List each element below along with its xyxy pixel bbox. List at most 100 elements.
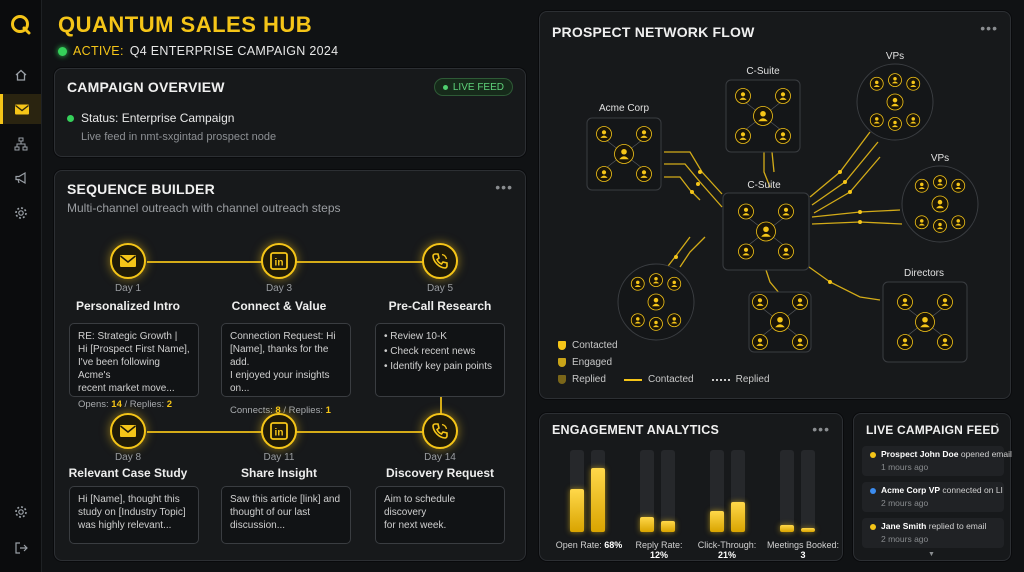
step-2-line-2: [Name], thanks for the add. xyxy=(230,344,329,368)
prospect-head xyxy=(875,117,879,121)
analytics-title: ENGAGEMENT ANALYTICS xyxy=(552,423,719,437)
network-legend: Contacted Engaged Replied xyxy=(558,337,618,388)
prospect-head xyxy=(892,97,898,103)
prospect-head xyxy=(942,338,948,343)
connector-node-dot xyxy=(674,255,678,259)
sidebar xyxy=(0,0,42,572)
node-acme-corp[interactable] xyxy=(586,117,662,191)
app-title: QUANTUM SALES HUB xyxy=(58,12,313,37)
step-2-card[interactable]: Connection Request: Hi [Name], thanks fo… xyxy=(221,323,351,416)
step-4-mail-button[interactable] xyxy=(110,413,146,449)
step-2-linkedin-button[interactable]: in xyxy=(261,243,297,279)
bar-fill xyxy=(710,511,724,532)
overview-title: CAMPAIGN OVERVIEW xyxy=(67,79,225,95)
step-4-card[interactable]: Hi [Name], thought this study on [Indust… xyxy=(69,486,199,544)
step-3-bullet-1: Review 10-K xyxy=(384,330,496,343)
network-connector xyxy=(664,236,691,271)
node-label: C-Suite xyxy=(747,180,781,191)
step-6-phone-button[interactable] xyxy=(422,413,458,449)
sidebar-item-campaigns[interactable] xyxy=(0,163,41,193)
feed-time: 2 mours ago xyxy=(881,498,929,508)
feed-more-icon[interactable]: ⋮ xyxy=(991,421,1004,435)
prospect-head xyxy=(780,132,786,137)
node-vps-right[interactable] xyxy=(901,165,979,243)
network-connector xyxy=(809,131,871,198)
bar-track xyxy=(801,450,815,532)
feed-item[interactable]: Prospect John Doe opened email 1 mours a… xyxy=(862,446,1012,476)
bar-track xyxy=(591,450,605,532)
step-6-line-2: for next week. xyxy=(384,520,447,531)
step-5-card[interactable]: Saw this article [link] and thought of o… xyxy=(221,486,351,544)
phone-icon xyxy=(432,423,448,439)
bar-track xyxy=(640,450,654,532)
node-label: C-Suite xyxy=(746,66,780,77)
step-1-mail-button[interactable] xyxy=(110,243,146,279)
node-c-suite-top[interactable] xyxy=(725,79,801,153)
metric-reply-rate: Reply Rate: 12% xyxy=(635,540,683,560)
step-4-day: Day 8 xyxy=(114,452,142,463)
node-directors[interactable] xyxy=(882,281,968,363)
step-1-day: Day 1 xyxy=(114,283,142,294)
node-bottom-left[interactable] xyxy=(617,263,695,341)
sidebar-item-settings[interactable] xyxy=(0,198,41,228)
prospect-head xyxy=(672,280,676,285)
network-connector xyxy=(771,151,775,173)
sidebar-item-network[interactable] xyxy=(0,129,41,159)
step-1-card[interactable]: RE: Strategic Growth | Hi [Prospect Firs… xyxy=(69,323,199,410)
home-icon xyxy=(15,69,26,81)
step-6-card[interactable]: Aim to schedule discovery for next week. xyxy=(375,486,505,544)
live-feed-badge[interactable]: LIVE FEED xyxy=(433,78,513,96)
step-4-line-3: was highly relevant... xyxy=(78,520,172,531)
legend-line-replied: Replied xyxy=(711,371,770,388)
feed-item[interactable]: Acme Corp VP connected on LI 2 mours ago xyxy=(862,482,1004,512)
prospect-head xyxy=(956,219,960,223)
step-2-name: Connect & Value xyxy=(231,299,327,313)
prospect-head xyxy=(875,80,879,85)
metric-open-rate: Open Rate: 68% xyxy=(555,540,623,550)
svg-text:in: in xyxy=(275,428,284,439)
step-5-name: Share Insight xyxy=(240,466,317,480)
connector-node-dot xyxy=(848,190,852,194)
sidebar-item-preferences[interactable] xyxy=(0,497,41,527)
prospect-head xyxy=(672,317,676,321)
status-text: Status: Enterprise Campaign xyxy=(81,111,235,125)
step-3-checklist: Review 10-K Check recent news Identify k… xyxy=(384,330,496,373)
prospect-head xyxy=(938,178,942,183)
scroll-down-icon[interactable]: ▼ xyxy=(928,551,935,558)
step-3-day: Day 5 xyxy=(426,283,454,294)
feed-text: Jane Smith replied to email xyxy=(881,521,987,531)
prospect-head xyxy=(937,199,943,205)
node-vps-top[interactable] xyxy=(856,63,934,141)
prospect-head xyxy=(938,222,942,227)
step-5-linkedin-button[interactable]: in xyxy=(261,413,297,449)
node-c-suite-center[interactable] xyxy=(722,192,810,271)
analytics-more-icon[interactable]: ••• xyxy=(812,421,830,437)
feed-time: 2 mours ago xyxy=(881,534,929,544)
step-3-card[interactable]: Review 10-K Check recent news Identify k… xyxy=(375,323,505,397)
step-5-line-2: thought of our last xyxy=(230,507,311,518)
network-connector xyxy=(764,266,781,295)
bar-fill xyxy=(570,489,584,532)
node-bottom-center[interactable] xyxy=(748,291,812,353)
prospect-head xyxy=(740,132,746,137)
sidebar-item-logout[interactable] xyxy=(0,533,41,563)
step-3-name: Pre-Call Research xyxy=(388,299,492,313)
prospect-head xyxy=(797,338,803,343)
step-5-line-1: Saw this article [link] and xyxy=(230,494,341,505)
node-label: Directors xyxy=(904,268,944,279)
q-logo-icon[interactable] xyxy=(10,14,32,36)
step-2-line-3: I enjoyed your insights on... xyxy=(230,370,330,394)
feed-item[interactable]: Jane Smith replied to email 2 mours ago xyxy=(862,518,1004,548)
prospect-head xyxy=(942,298,948,303)
prospect-head xyxy=(757,338,763,343)
connector-node-dot xyxy=(698,170,702,174)
sidebar-item-home[interactable] xyxy=(0,60,41,90)
sidebar-item-mail[interactable] xyxy=(0,94,41,124)
step-1-line-3: I've been following Acme's xyxy=(78,357,160,381)
solid-line-icon xyxy=(624,378,642,381)
prospect-head xyxy=(956,182,960,187)
prospect-head xyxy=(641,170,647,175)
prospect-head xyxy=(783,207,789,212)
connector-node-dot xyxy=(696,182,700,186)
step-3-phone-button[interactable] xyxy=(422,243,458,279)
